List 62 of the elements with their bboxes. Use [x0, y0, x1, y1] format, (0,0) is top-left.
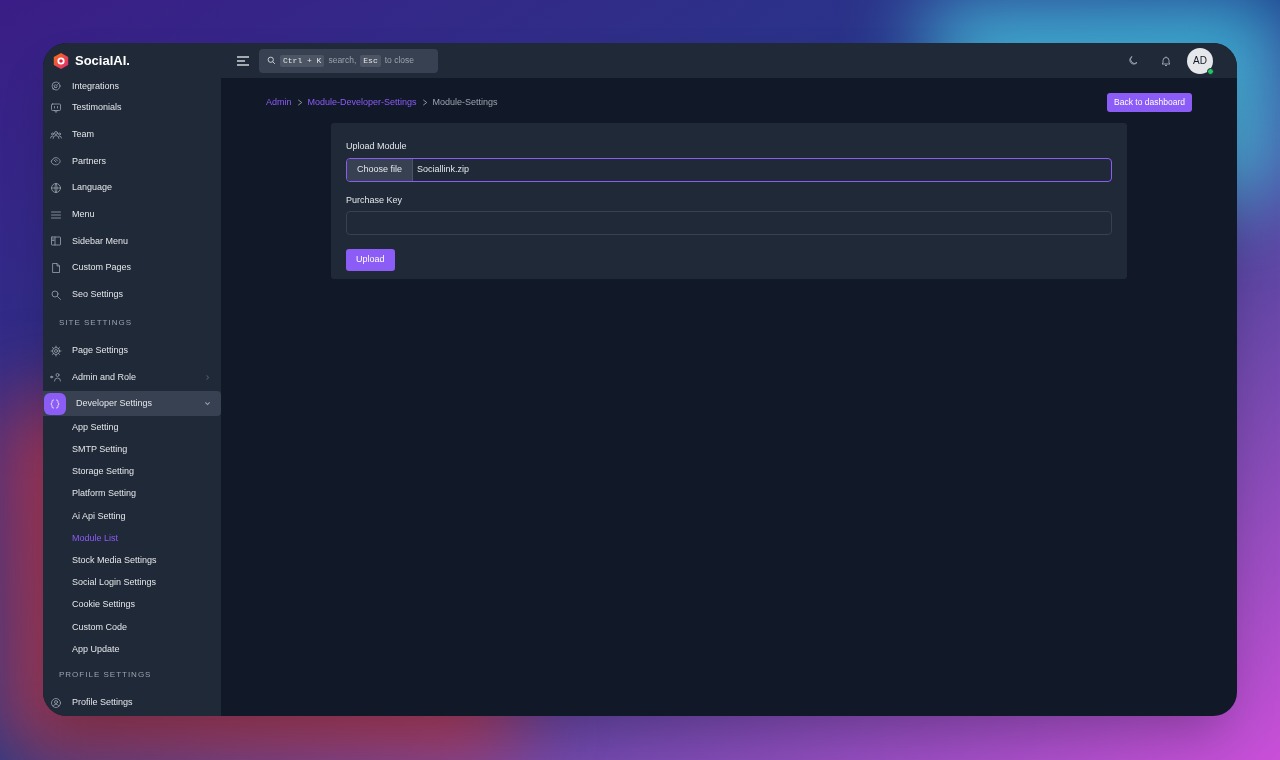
user-key-icon	[50, 371, 62, 384]
submenu-item[interactable]: Platform Setting	[72, 487, 137, 501]
menu-icon[interactable]	[237, 55, 249, 66]
upload-button[interactable]: Upload	[346, 249, 395, 271]
submenu-item[interactable]: Module List	[72, 531, 119, 546]
sidebar-item[interactable]: Admin and Role	[43, 364, 221, 391]
back-to-dashboard-button[interactable]: Back to dashboard	[1107, 93, 1192, 112]
choose-file-button[interactable]: Choose file	[347, 158, 414, 181]
moon-icon[interactable]	[1127, 54, 1139, 67]
submenu-item[interactable]: App Update	[72, 642, 120, 657]
sidebar-item[interactable]: Profile Settings	[43, 689, 221, 716]
search-hint: search,	[328, 54, 357, 67]
sidebar-item[interactable]: Integrations	[43, 78, 221, 95]
section-heading: SITE SETTINGS	[59, 316, 132, 329]
user-avatar[interactable]: AD	[1187, 47, 1213, 74]
submenu-item[interactable]: Storage Setting	[72, 465, 135, 479]
app-name: SocialAI.	[75, 51, 130, 70]
field-label: Purchase Key	[346, 193, 404, 207]
section-heading: PROFILE SETTINGS	[59, 669, 152, 681]
layout-icon	[50, 235, 62, 248]
chat-icon	[50, 102, 62, 115]
submenu-item[interactable]: SMTP Setting	[72, 443, 128, 457]
search-field[interactable]: Ctrl + K search, Esc to close	[259, 48, 438, 73]
purchase-key-field[interactable]	[346, 211, 1112, 235]
file-name: Sociallink.zip	[417, 162, 470, 176]
shortcut-key: Ctrl + K	[280, 54, 325, 67]
sidebar-item[interactable]: Sidebar Menu	[43, 228, 221, 255]
submenu-item[interactable]: Custom Code	[72, 620, 128, 635]
sidebar-item[interactable]: Language	[43, 174, 221, 202]
sidebar-item[interactable]: Partners	[43, 148, 221, 175]
search-icon	[267, 56, 276, 65]
breadcrumb-link[interactable]: Module-Developer-Settings	[307, 95, 417, 110]
search-icon	[50, 288, 62, 301]
sidebar-item[interactable]: Custom Pages	[43, 254, 221, 282]
breadcrumb-link[interactable]: Admin	[266, 95, 292, 110]
code-icon	[44, 392, 66, 415]
chevron-icon	[421, 99, 428, 106]
submenu-item[interactable]: Stock Media Settings	[72, 554, 157, 568]
settings-icon	[50, 344, 62, 357]
file-input[interactable]: Choose file Sociallink.zip	[346, 157, 1112, 182]
shortcut-key: Esc	[360, 54, 381, 67]
document-icon	[50, 261, 62, 274]
sidebar-item[interactable]: Menu	[43, 201, 221, 228]
sidebar-item[interactable]: Page Settings	[43, 337, 221, 365]
people-icon	[50, 128, 62, 141]
sidebar-item[interactable]: Testimonials	[43, 94, 221, 122]
chevron-icon	[296, 99, 303, 106]
sidebar-item[interactable]: Seo Settings	[43, 281, 221, 308]
submenu-item[interactable]: App Setting	[72, 420, 119, 435]
logo-icon	[52, 51, 70, 70]
submenu-item[interactable]: Ai Api Setting	[72, 509, 126, 524]
sidebar-item[interactable]: Team	[43, 121, 221, 149]
menu-icon	[50, 208, 62, 221]
field-label: Upload Module	[346, 140, 408, 153]
bell-icon[interactable]	[1160, 54, 1172, 67]
search-hint: to close	[384, 54, 414, 67]
user-circle-icon	[50, 696, 62, 709]
breadcrumb-current: Module-Settings	[432, 95, 498, 109]
sidebar-item[interactable]: Developer Settings	[43, 390, 221, 417]
submenu-item[interactable]: Social Login Settings	[72, 576, 157, 590]
globe-icon	[50, 182, 62, 194]
submenu-item[interactable]: Cookie Settings	[72, 598, 136, 612]
